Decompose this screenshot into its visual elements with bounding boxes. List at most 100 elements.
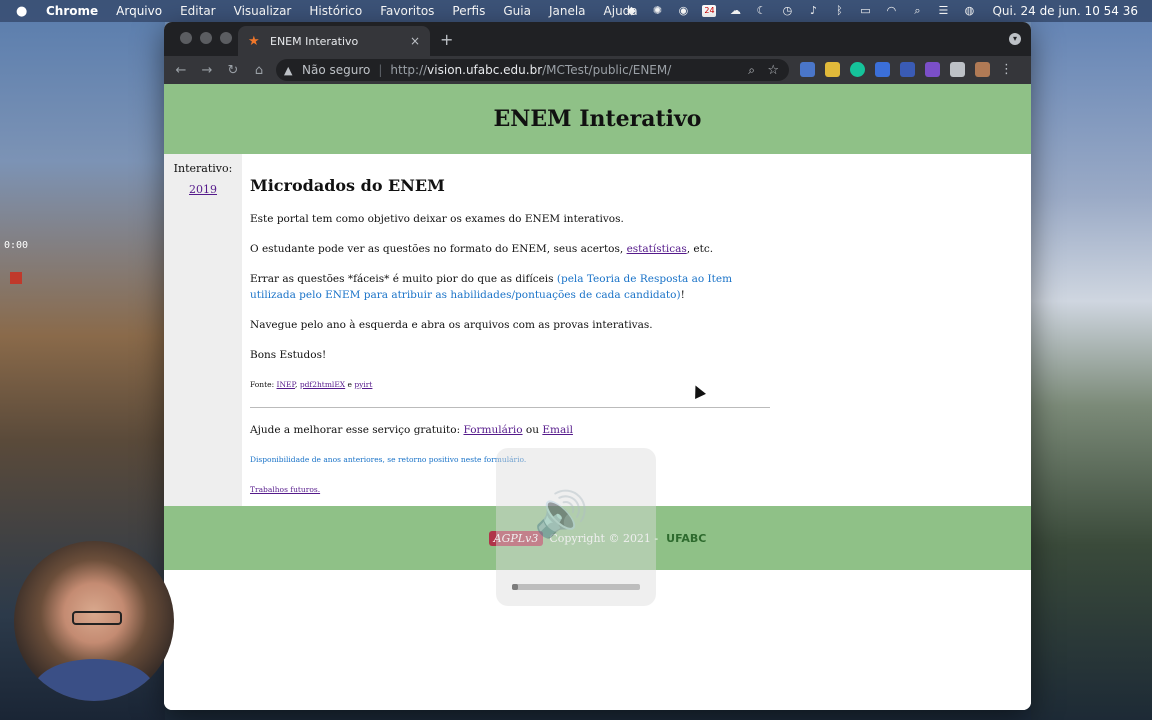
help-line: Ajude a melhorar esse serviço gratuito: … [250,422,774,438]
form-link[interactable]: Formulário [463,424,522,436]
menu-editar[interactable]: Editar [180,4,216,18]
tab-title: ENEM Interativo [270,34,359,48]
menu-janela[interactable]: Janela [549,4,586,18]
menu-perfis[interactable]: Perfis [452,4,485,18]
bluetooth-icon[interactable]: ᛒ [832,5,846,17]
profile-avatar[interactable] [975,62,990,77]
dropbox-icon[interactable]: ◆ [624,5,638,17]
tab-search-icon[interactable]: ▾ [1009,33,1021,45]
page-title: ENEM Interativo [493,106,702,132]
sources-label: Fonte: [250,380,277,389]
not-secure-label[interactable]: Não seguro [302,63,370,77]
stop-recording-button[interactable] [10,272,22,284]
warning-icon[interactable]: ▲ [284,64,298,77]
tri-paragraph: Errar as questões *fáceis* é muito pior … [250,271,774,303]
help-or: ou [522,424,543,436]
puzzle-extensions-icon[interactable] [950,62,965,77]
control-center-icon[interactable]: ☰ [936,5,950,17]
moon-icon[interactable]: ☾ [754,5,768,17]
url-path: /MCTest/public/ENEM/ [542,63,672,77]
webcam-person-glasses [72,611,122,625]
tab-strip: ★ ENEM Interativo × + ▾ [164,22,1031,56]
bookmark-star-icon[interactable]: ☆ [767,63,779,78]
email-link[interactable]: Email [542,424,573,436]
year-sidebar: Interativo: 2019 [164,154,242,506]
browser-toolbar: ← → ↻ ⌂ ▲ Não seguro | http://vision.ufa… [164,56,1031,84]
pyirt-link[interactable]: pyirt [354,380,372,389]
home-icon[interactable]: ⌂ [246,63,272,78]
good-studies-text: Bons Estudos! [250,349,327,361]
intro-paragraph: Este portal tem como objetivo deixar os … [250,213,624,225]
omnibox-separator: | [378,63,383,77]
sidebar-year-2019-link[interactable]: 2019 [164,183,242,196]
notifications-extension-icon[interactable] [925,62,940,77]
drive-extension-icon[interactable] [825,62,840,77]
search-icon[interactable]: ⌕ [910,5,924,17]
extensions-area: ⋮ [800,62,1015,77]
volume-bar [512,584,640,590]
sidebar-label: Interativo: [173,162,233,175]
battery-icon[interactable]: ▭ [858,5,872,17]
chrome-window: ★ ENEM Interativo × + ▾ ← → ↻ ⌂ ▲ Não se… [164,22,1031,710]
menu-favoritos[interactable]: Favoritos [380,4,434,18]
inep-link[interactable]: INEP [277,380,296,389]
grammarly-extension-icon[interactable] [850,62,865,77]
new-tab-button[interactable]: + [440,30,453,49]
student-paragraph: O estudante pode ver as questões no form… [250,241,774,257]
shield-extension-icon[interactable] [875,62,890,77]
desktop-wallpaper-right [1031,22,1152,720]
volume-icon[interactable]: ♪ [806,5,820,17]
apple-menu-icon[interactable]: ● [16,4,30,19]
url-host: vision.ufabc.edu.br [427,63,543,77]
speaker-icon: 🔊 [534,489,589,540]
webcam-overlay [14,541,174,701]
macos-menu-bar: ● Chrome Arquivo Editar Visualizar Histó… [0,0,1152,22]
student-text: O estudante pode ver as questões no form… [250,243,627,255]
divider [250,407,770,408]
tab-enem-interativo[interactable]: ★ ENEM Interativo × [238,26,430,56]
webcam-person-shirt [34,659,154,701]
statistics-link[interactable]: estatísticas [627,243,687,255]
menu-arquivo[interactable]: Arquivo [116,4,162,18]
sources-sep-2: e [345,380,355,389]
volume-fill [512,584,519,590]
cloud-upload-icon[interactable]: ☁ [728,5,742,17]
forward-icon[interactable]: → [194,63,220,78]
navigate-paragraph: Navegue pelo ano à esquerda e abra os ar… [250,319,653,331]
recording-timer: 0:00 [4,240,29,251]
section-title: Microdados do ENEM [250,176,445,195]
time-machine-icon[interactable]: ◷ [780,5,794,17]
minimize-window-button[interactable] [200,32,212,44]
menu-visualizar[interactable]: Visualizar [234,4,292,18]
zoom-window-button[interactable] [220,32,232,44]
tri-text: Errar as questões *fáceis* é muito pior … [250,273,557,285]
close-window-button[interactable] [180,32,192,44]
record-icon[interactable]: ◉ [676,5,690,17]
menu-guia[interactable]: Guia [503,4,531,18]
menu-clock[interactable]: Qui. 24 de jun. 10 54 36 [992,4,1138,18]
volume-hud: 🔊 [496,448,656,606]
pdf2htmlex-link[interactable]: pdf2htmlEX [300,380,345,389]
ufabc-logo[interactable]: UFABC [666,532,706,545]
wifi-icon[interactable]: ◠ [884,5,898,17]
siri-icon[interactable]: ◍ [962,5,976,17]
address-bar[interactable]: ▲ Não seguro | http://vision.ufabc.edu.b… [276,59,789,81]
translate-extension-icon[interactable] [800,62,815,77]
page-header: ENEM Interativo [164,84,1031,154]
future-works-link[interactable]: Trabalhos futuros. [250,485,320,494]
back-icon[interactable]: ← [168,63,194,78]
gear-icon[interactable]: ✺ [650,5,664,17]
tab-close-icon[interactable]: × [410,34,420,48]
calendar-icon[interactable]: 24 [702,5,717,17]
window-controls [180,32,232,44]
menu-historico[interactable]: Histórico [309,4,362,18]
pen-extension-icon[interactable] [900,62,915,77]
url-scheme: http:// [390,63,428,77]
reload-icon[interactable]: ↻ [220,63,246,78]
more-menu-icon[interactable]: ⋮ [1000,62,1015,77]
web-page: ENEM Interativo Interativo: 2019 Microda… [164,84,1031,710]
menu-chrome[interactable]: Chrome [46,4,98,18]
student-text-end: , etc. [686,243,714,255]
search-zoom-icon[interactable]: ⌕ [748,63,755,78]
tri-text-end: ! [680,289,685,301]
